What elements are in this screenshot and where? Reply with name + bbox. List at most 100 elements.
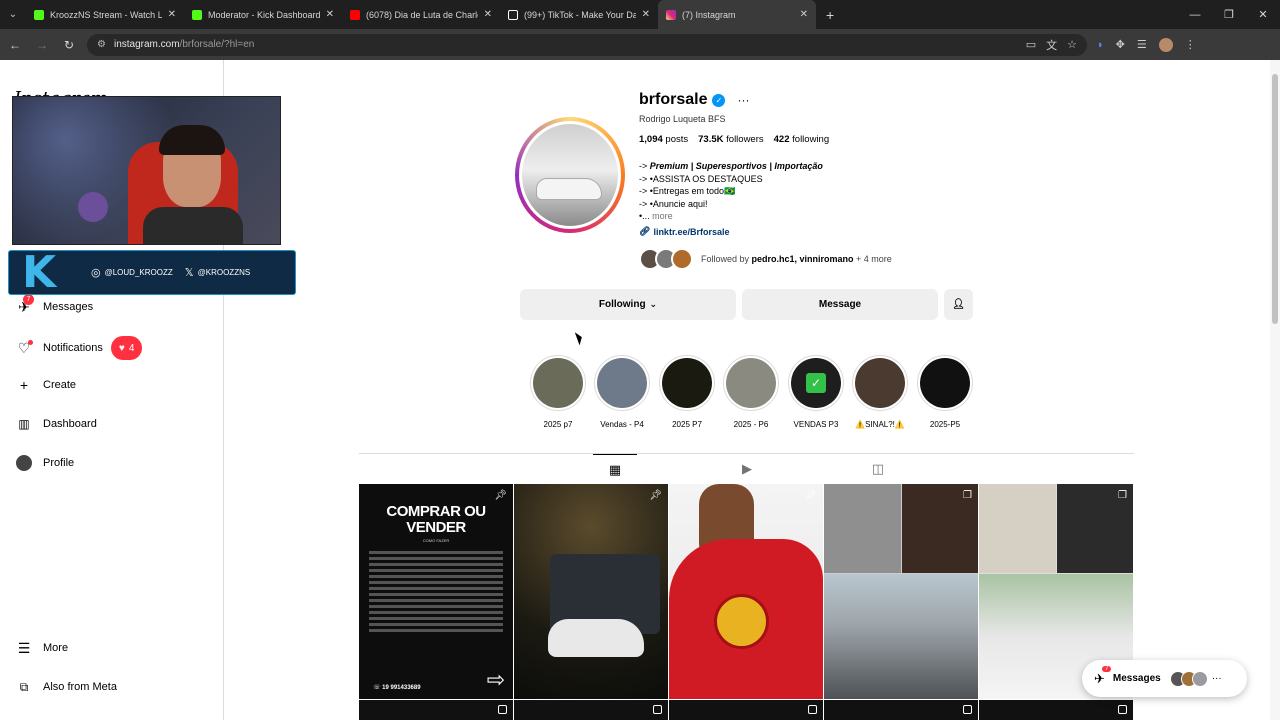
- close-tab-icon[interactable]: ✕: [642, 9, 650, 20]
- site-info-icon[interactable]: ⚙: [97, 39, 106, 50]
- highlight-item[interactable]: ⚠️SINAL?!⚠️: [851, 355, 909, 429]
- bio-more-link[interactable]: more: [652, 211, 673, 221]
- tab-search-icon[interactable]: ⌄: [0, 0, 26, 29]
- browser-tab[interactable]: KroozzNS Stream - Watch Live ✕: [26, 0, 184, 29]
- sidebar-item-messages[interactable]: ✈ 7 Messages: [15, 294, 93, 316]
- following-count: 422: [773, 134, 790, 145]
- more-icon[interactable]: ···: [1212, 673, 1222, 684]
- sidebar-item-profile[interactable]: Profile: [15, 454, 74, 472]
- sidebar-item-notifications[interactable]: ♡ Notifications ♥ 4: [15, 336, 143, 360]
- following-button[interactable]: Following ⌄: [520, 289, 736, 320]
- post-tile[interactable]: ❐: [824, 484, 978, 699]
- carousel-icon: [498, 705, 507, 714]
- highlight-cover: [726, 358, 776, 408]
- profile-main: brforsale ✓ ··· Rodrigo Luqueta BFS 1,09…: [224, 60, 1270, 720]
- post-tile[interactable]: 📌︎ COMPRAR OU VENDER COMO FAZER ☏ 19 991…: [359, 484, 513, 699]
- browser-tab[interactable]: Moderator - Kick Dashboard ✕: [184, 0, 342, 29]
- post-tile[interactable]: [824, 700, 978, 720]
- bio-text: •Entregas em todo🇧🇷: [649, 186, 736, 196]
- close-tab-icon[interactable]: ✕: [484, 9, 492, 20]
- menu-icon: ☰: [17, 639, 31, 656]
- conversation-avatar: [1191, 670, 1208, 687]
- carousel-icon: ❐: [1118, 490, 1127, 501]
- post-tile[interactable]: 📌︎: [669, 484, 823, 699]
- extension-icon[interactable]: ◗: [1097, 39, 1104, 51]
- browser-tab[interactable]: (6078) Dia de Luta de Charles O ✕: [342, 0, 500, 29]
- following-stat[interactable]: 422 following: [774, 134, 829, 145]
- sidebar-item-more[interactable]: ☰ More: [15, 639, 68, 657]
- url-bar[interactable]: ⚙ instagram.com /brforsale/?hl=en ▭ 文 ☆: [87, 33, 1087, 56]
- page-scrollbar[interactable]: [1270, 60, 1280, 720]
- post-tile[interactable]: [669, 700, 823, 720]
- bio-arrow: ->: [639, 173, 650, 184]
- highlight-item[interactable]: 2025 p7: [529, 355, 587, 429]
- minimize-icon[interactable]: —: [1178, 0, 1212, 29]
- messages-badge: 7: [1102, 665, 1112, 672]
- tab-reels[interactable]: ▶︎: [725, 454, 769, 484]
- close-tab-icon[interactable]: ✕: [326, 9, 334, 20]
- follower-avatar: [671, 248, 693, 270]
- reload-icon[interactable]: ↻: [57, 33, 81, 57]
- tab-title: (99+) TikTok - Make Your Day: [524, 9, 636, 20]
- tab-posts[interactable]: ▦: [593, 454, 637, 484]
- check-icon: ✓: [806, 373, 826, 393]
- sidebar-item-label: More: [43, 642, 69, 654]
- extensions-puzzle-icon[interactable]: ✥: [1116, 38, 1125, 51]
- highlight-ring: [852, 355, 908, 411]
- browser-tab-active[interactable]: (7) Instagram ✕: [658, 0, 816, 29]
- post-tile[interactable]: 📌︎: [514, 484, 668, 699]
- followers-stat[interactable]: 73.5K followers: [698, 134, 764, 145]
- profile-bio: -> Premium | Superesportivos | Importaçã…: [639, 160, 823, 223]
- followed-by-row[interactable]: Followed by pedro.hc1, vinniromano + 4 m…: [639, 248, 892, 270]
- close-tab-icon[interactable]: ✕: [800, 9, 808, 20]
- browser-profile-avatar[interactable]: [1158, 37, 1173, 52]
- sidebar-item-dashboard[interactable]: ▥ Dashboard: [15, 415, 97, 433]
- following-label: following: [792, 134, 830, 145]
- plus-icon: +: [19, 377, 29, 393]
- translate-icon[interactable]: 文: [1046, 37, 1057, 53]
- notifications-pill[interactable]: ♥ 4: [110, 336, 143, 360]
- overlay-instagram-handle: @LOUD_KROOZZ: [104, 268, 173, 277]
- close-window-icon[interactable]: ✕: [1246, 0, 1280, 29]
- browser-menu-icon[interactable]: ⋮: [1185, 38, 1196, 51]
- post-image-car: [548, 619, 644, 657]
- restore-icon[interactable]: ❐: [1212, 0, 1246, 29]
- cast-icon[interactable]: ▭: [1026, 38, 1036, 51]
- back-icon[interactable]: ←: [3, 33, 27, 57]
- post-tile[interactable]: [359, 700, 513, 720]
- browser-tab-bar: ⌄ KroozzNS Stream - Watch Live ✕ Moderat…: [0, 0, 1280, 29]
- sidebar-toggle-icon[interactable]: ☰: [1137, 38, 1147, 51]
- bookmark-star-icon[interactable]: ☆: [1067, 38, 1077, 51]
- tab-title: Moderator - Kick Dashboard: [208, 9, 320, 20]
- forward-icon[interactable]: →: [30, 33, 54, 57]
- options-icon[interactable]: ···: [737, 93, 749, 107]
- sidebar-item-create[interactable]: + Create: [15, 376, 76, 394]
- new-tab-icon[interactable]: +: [826, 7, 834, 23]
- profile-external-link[interactable]: 🔗︎ linktr.ee/Brforsale: [639, 226, 729, 237]
- profile-picture-story-ring[interactable]: [515, 117, 625, 233]
- post-tile[interactable]: [979, 700, 1133, 720]
- highlight-label: VENDAS P3: [793, 420, 839, 429]
- extensions-row: ◗ ✥ ☰ ⋮: [1097, 37, 1196, 52]
- tab-tagged[interactable]: ◫: [856, 454, 900, 484]
- close-tab-icon[interactable]: ✕: [168, 9, 176, 20]
- scrollbar-thumb[interactable]: [1272, 74, 1278, 324]
- post-tile[interactable]: [514, 700, 668, 720]
- webcam-streamer-hair: [159, 125, 225, 155]
- suggest-user-button[interactable]: 👤︎: [944, 289, 973, 320]
- message-button[interactable]: Message: [742, 289, 938, 320]
- profile-avatar: [16, 455, 32, 471]
- tab-title: (6078) Dia de Luta de Charles O: [366, 9, 478, 20]
- highlight-item[interactable]: 2025-P5: [916, 355, 974, 429]
- pin-icon: 📌︎: [494, 490, 507, 501]
- floating-messages-button[interactable]: ✈ 7 Messages ···: [1082, 660, 1247, 697]
- youtube-favicon-icon: [350, 9, 360, 20]
- highlight-item[interactable]: Vendas - P4: [593, 355, 651, 429]
- sidebar-item-also-from-meta[interactable]: ⧉ Also from Meta: [15, 678, 117, 696]
- highlight-item[interactable]: 2025 - P6: [722, 355, 780, 429]
- url-domain: instagram.com: [113, 39, 180, 50]
- highlight-item[interactable]: 2025 P7: [658, 355, 716, 429]
- highlight-item[interactable]: ✓ VENDAS P3: [787, 355, 845, 429]
- browser-tab[interactable]: (99+) TikTok - Make Your Day ✕: [500, 0, 658, 29]
- tiktok-favicon-icon: [508, 9, 518, 20]
